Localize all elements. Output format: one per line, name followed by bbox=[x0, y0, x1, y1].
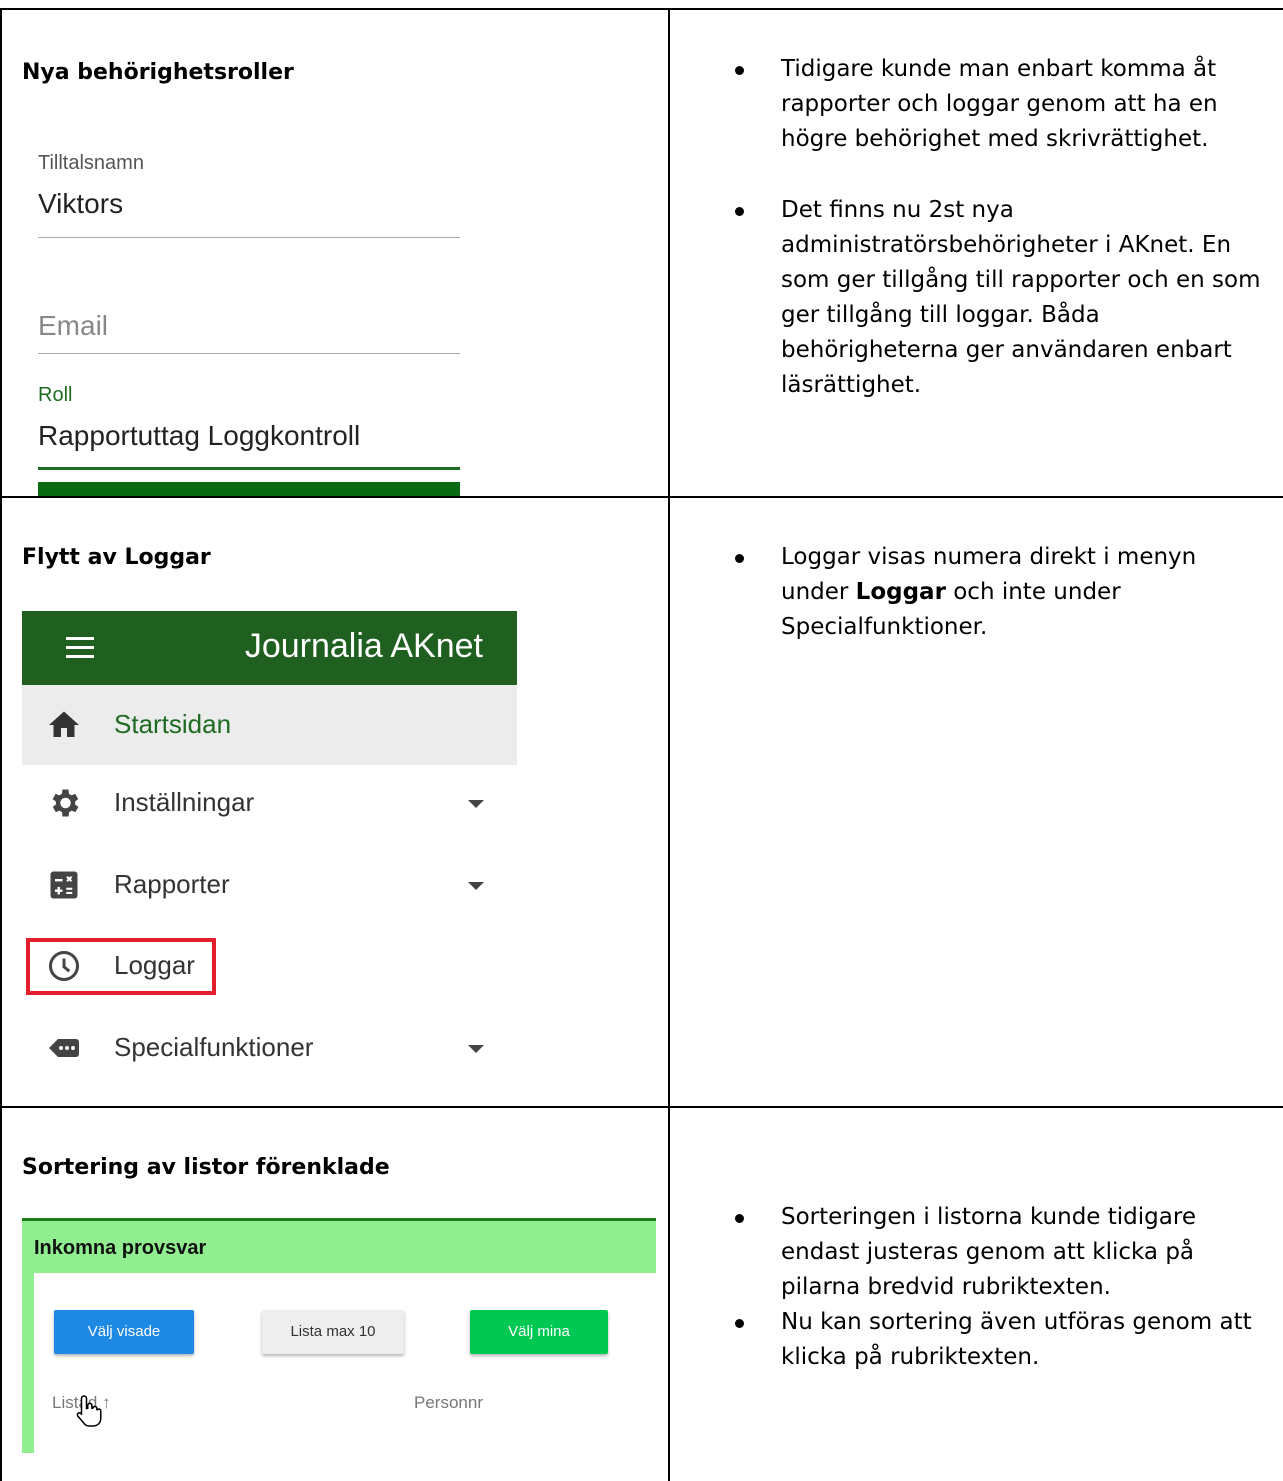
role-field-label: Roll bbox=[38, 384, 73, 406]
home-icon bbox=[49, 711, 79, 737]
email-field[interactable]: Email bbox=[38, 310, 108, 342]
list-item: Loggar visas numera direkt i menyn under… bbox=[735, 540, 1265, 645]
column-header-personnr[interactable]: Personnr bbox=[414, 1393, 483, 1413]
list-item: Tidigare kunde man enbart komma åt rappo… bbox=[735, 52, 1265, 157]
nav-item-label: Inställningar bbox=[114, 787, 255, 817]
name-field[interactable]: Viktors bbox=[38, 188, 123, 220]
nav-item-rapporter[interactable]: Rapporter bbox=[22, 855, 517, 915]
table-row-divider bbox=[0, 496, 1283, 498]
list-max-button[interactable]: Lista max 10 bbox=[262, 1310, 404, 1354]
role-field-underline bbox=[38, 467, 460, 470]
list-accent-bar bbox=[22, 1273, 34, 1453]
nav-item-label: Rapporter bbox=[114, 869, 230, 899]
table-border-top bbox=[0, 8, 1283, 10]
chevron-down-icon[interactable] bbox=[468, 1045, 484, 1053]
name-field-label: Tilltalsnamn bbox=[38, 152, 144, 174]
bullet-bold-text: Loggar bbox=[855, 579, 946, 605]
nav-item-label: Startsidan bbox=[114, 709, 232, 739]
table-border-left bbox=[0, 8, 2, 1481]
app-title: Journalia AKnet bbox=[244, 627, 483, 665]
more-label-icon bbox=[49, 1039, 79, 1057]
nav-item-startsidan[interactable]: Startsidan bbox=[22, 685, 517, 765]
calculator-icon bbox=[50, 871, 78, 899]
section-title: Nya behörighetsroller bbox=[22, 60, 294, 85]
chevron-down-icon[interactable] bbox=[468, 882, 484, 890]
highlight-box bbox=[26, 938, 216, 995]
section-title: Flytt av Loggar bbox=[22, 545, 211, 570]
name-field-underline bbox=[38, 237, 460, 238]
nav-item-specialfunktioner[interactable]: Specialfunktioner bbox=[22, 1018, 517, 1078]
section1-bullets: Tidigare kunde man enbart komma åt rappo… bbox=[735, 52, 1265, 403]
nav-item-label: Specialfunktioner bbox=[114, 1032, 314, 1062]
list-item: Nu kan sortering även utföras genom att … bbox=[735, 1305, 1265, 1375]
menu-icon[interactable] bbox=[66, 637, 94, 659]
dropdown-green-bar bbox=[38, 482, 460, 496]
gear-icon bbox=[52, 789, 79, 817]
table-row-divider bbox=[0, 1106, 1283, 1108]
list-item: Sorteringen i listorna kunde tidigare en… bbox=[735, 1200, 1265, 1305]
section2-bullets: Loggar visas numera direkt i menyn under… bbox=[735, 540, 1265, 645]
select-shown-button[interactable]: Välj visade bbox=[54, 1310, 194, 1354]
list-title: Inkomna provsvar bbox=[34, 1237, 207, 1259]
section-title: Sortering av listor förenklade bbox=[22, 1155, 390, 1180]
list-panel: Inkomna provsvar Välj visade Lista max 1… bbox=[22, 1218, 656, 1463]
nav-header: Journalia AKnet bbox=[22, 611, 517, 685]
chevron-down-icon[interactable] bbox=[468, 800, 484, 808]
nav-item-installningar[interactable]: Inställningar bbox=[22, 773, 517, 833]
table-column-divider bbox=[668, 8, 670, 1481]
hand-pointer-icon bbox=[76, 1395, 102, 1427]
section3-bullets: Sorteringen i listorna kunde tidigare en… bbox=[735, 1200, 1265, 1375]
list-item: Det finns nu 2st nya administratörsbehör… bbox=[735, 193, 1265, 403]
role-field[interactable]: Rapportuttag Loggkontroll bbox=[38, 420, 360, 452]
email-field-underline bbox=[38, 353, 460, 354]
select-mine-button[interactable]: Välj mina bbox=[470, 1310, 608, 1354]
